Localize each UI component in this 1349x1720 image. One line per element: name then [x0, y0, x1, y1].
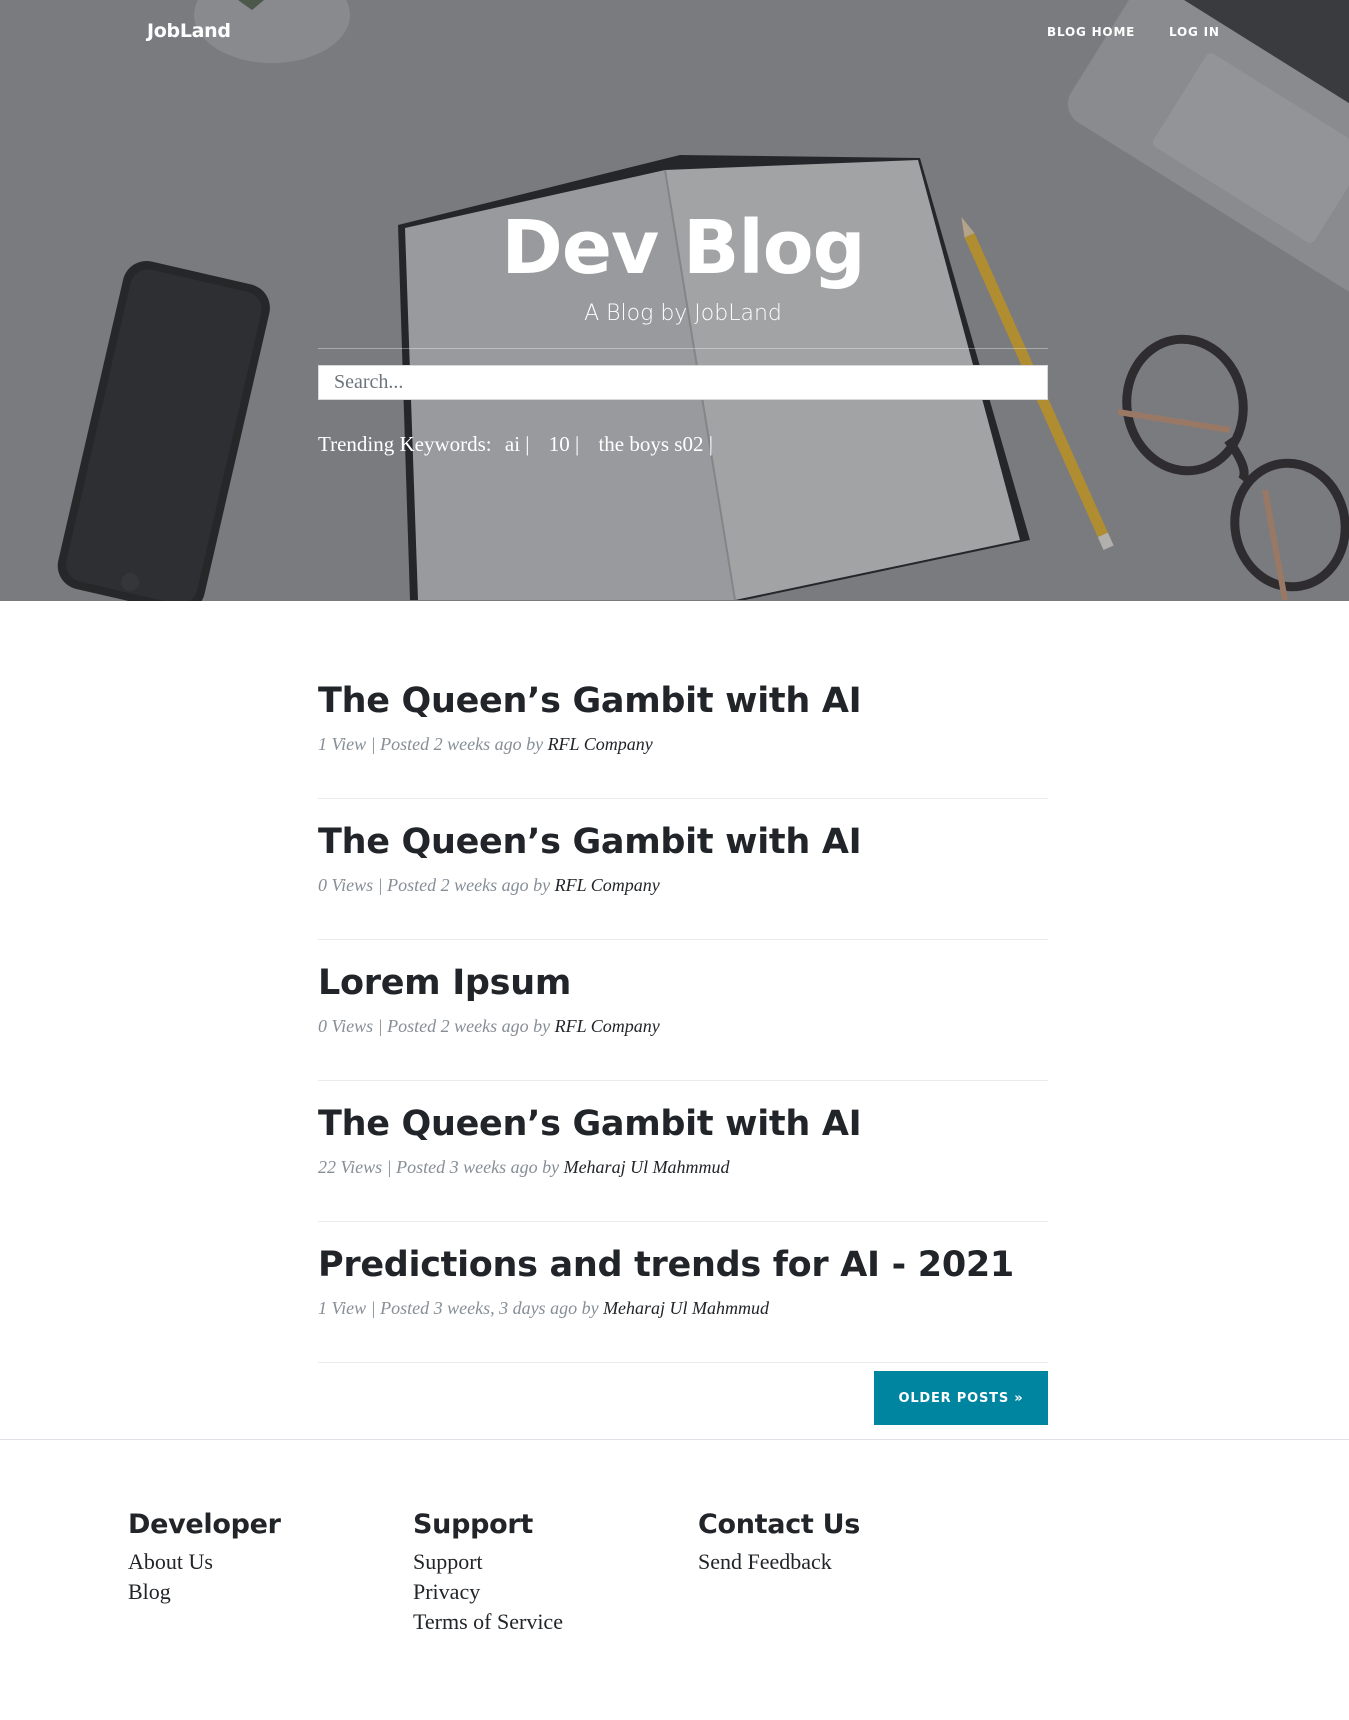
- trending-keyword-the-boys-s02[interactable]: the boys s02 |: [598, 432, 712, 456]
- masthead: JobLand BLOG HOME LOG IN Dev Blog A Blog…: [0, 0, 1349, 601]
- footer-heading-contact: Contact Us: [698, 1509, 861, 1540]
- footer-link-terms-of-service[interactable]: Terms of Service: [413, 1607, 563, 1637]
- post-title-link[interactable]: The Queen’s Gambit with AI: [318, 1102, 862, 1146]
- post-list: The Queen’s Gambit with AI 1 View | Post…: [318, 658, 1048, 1363]
- footer-link-support[interactable]: Support: [413, 1547, 563, 1577]
- post-meta-text: 1 View | Posted 3 weeks, 3 days ago by: [318, 1298, 599, 1318]
- post-meta: 0 Views | Posted 2 weeks ago by RFL Comp…: [318, 1016, 660, 1037]
- post-title-link[interactable]: The Queen’s Gambit with AI: [318, 820, 862, 864]
- footer-link-about-us[interactable]: About Us: [128, 1547, 281, 1577]
- post-meta: 1 View | Posted 3 weeks, 3 days ago by M…: [318, 1298, 769, 1319]
- footer-heading-developer: Developer: [128, 1509, 281, 1540]
- post-preview: The Queen’s Gambit with AI 0 Views | Pos…: [318, 799, 1048, 940]
- nav-blog-home[interactable]: BLOG HOME: [1047, 25, 1135, 39]
- footer-divider: [0, 1439, 1349, 1440]
- post-title-link[interactable]: The Queen’s Gambit with AI: [318, 679, 862, 723]
- footer-column-support: Support Support Privacy Terms of Service: [413, 1507, 563, 1637]
- post-author-link[interactable]: Meharaj Ul Mahmmud: [603, 1298, 769, 1318]
- trending-keywords: Trending Keywords: ai | 10 | the boys s0…: [318, 432, 727, 457]
- post-meta: 1 View | Posted 2 weeks ago by RFL Compa…: [318, 734, 653, 755]
- search-input[interactable]: [318, 365, 1048, 400]
- nav-log-in[interactable]: LOG IN: [1169, 25, 1220, 39]
- post-preview: The Queen’s Gambit with AI 22 Views | Po…: [318, 1081, 1048, 1222]
- post-title-link[interactable]: Lorem Ipsum: [318, 961, 571, 1005]
- post-author-link[interactable]: RFL Company: [548, 734, 653, 754]
- navbar: JobLand BLOG HOME LOG IN: [0, 0, 1349, 66]
- brand-logo-link[interactable]: JobLand: [147, 20, 231, 42]
- footer-link-blog[interactable]: Blog: [128, 1577, 281, 1607]
- page-subtitle: A Blog by JobLand: [584, 301, 782, 326]
- post-preview: Predictions and trends for AI - 2021 1 V…: [318, 1222, 1048, 1363]
- post-preview: Lorem Ipsum 0 Views | Posted 2 weeks ago…: [318, 940, 1048, 1081]
- footer-column-developer: Developer About Us Blog: [128, 1507, 281, 1607]
- older-posts-button[interactable]: OLDER POSTS »: [874, 1371, 1048, 1425]
- footer-column-contact: Contact Us Send Feedback: [698, 1507, 860, 1577]
- post-title-link[interactable]: Predictions and trends for AI - 2021: [318, 1243, 1014, 1287]
- site-heading: Dev Blog A Blog by JobLand: [318, 200, 1048, 329]
- post-meta-text: 0 Views | Posted 2 weeks ago by: [318, 1016, 551, 1036]
- footer-heading-support: Support: [413, 1509, 533, 1540]
- page-title: Dev Blog: [501, 205, 865, 291]
- trending-label: Trending Keywords:: [318, 432, 492, 456]
- footer-link-send-feedback[interactable]: Send Feedback: [698, 1547, 860, 1577]
- post-meta: 0 Views | Posted 2 weeks ago by RFL Comp…: [318, 875, 660, 896]
- post-author-link[interactable]: RFL Company: [555, 1016, 660, 1036]
- footer-link-privacy[interactable]: Privacy: [413, 1577, 563, 1607]
- post-author-link[interactable]: Meharaj Ul Mahmmud: [564, 1157, 730, 1177]
- post-preview: The Queen’s Gambit with AI 1 View | Post…: [318, 658, 1048, 799]
- post-author-link[interactable]: RFL Company: [555, 875, 660, 895]
- post-meta-text: 0 Views | Posted 2 weeks ago by: [318, 875, 551, 895]
- post-meta-text: 22 Views | Posted 3 weeks ago by: [318, 1157, 560, 1177]
- trending-keyword-10[interactable]: 10 |: [549, 432, 579, 456]
- trending-keyword-ai[interactable]: ai |: [505, 432, 530, 456]
- hero-divider: [318, 348, 1048, 349]
- post-meta-text: 1 View | Posted 2 weeks ago by: [318, 734, 544, 754]
- post-meta: 22 Views | Posted 3 weeks ago by Meharaj…: [318, 1157, 730, 1178]
